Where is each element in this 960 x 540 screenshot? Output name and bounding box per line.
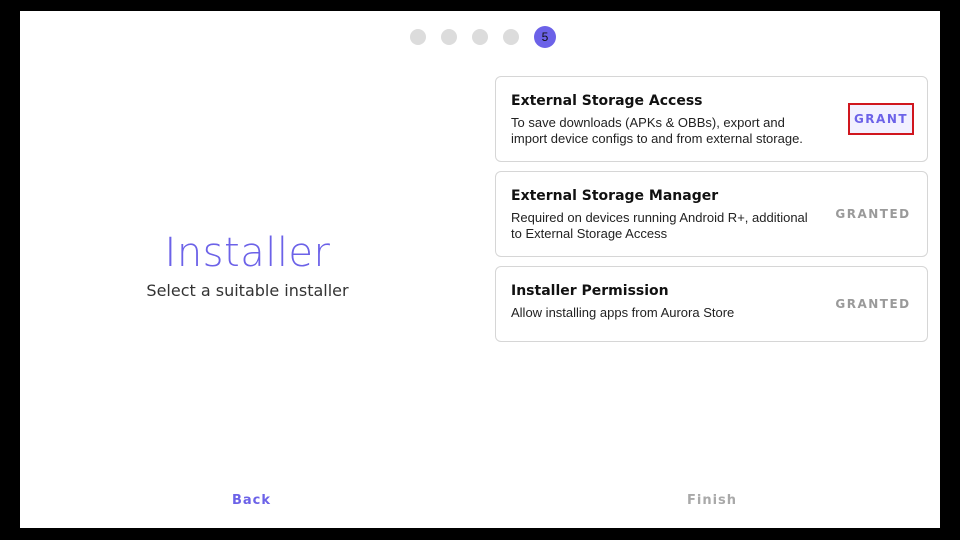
onboarding-screen: 5 Installer Select a suitable installer …: [20, 11, 940, 528]
grant-button[interactable]: GRANT: [848, 103, 914, 135]
permission-card-installer-permission: Installer Permission Allow installing ap…: [495, 266, 928, 342]
page-title: Installer: [164, 230, 331, 276]
step-dot-1: [410, 29, 426, 45]
step-dot-3: [472, 29, 488, 45]
step-indicator: 5: [410, 26, 556, 48]
finish-button[interactable]: Finish: [687, 493, 737, 508]
page-subtitle: Select a suitable installer: [146, 281, 349, 300]
granted-button[interactable]: GRANTED: [833, 297, 913, 311]
permission-description: Required on devices running Android R+, …: [511, 210, 808, 241]
permission-description: Allow installing apps from Aurora Store: [511, 305, 735, 320]
permission-card-external-storage-access: External Storage Access To save download…: [495, 76, 928, 162]
step-dot-current: 5: [534, 26, 556, 48]
intro-pane: Installer Select a suitable installer: [20, 229, 475, 300]
step-dot-4: [503, 29, 519, 45]
permission-description: To save downloads (APKs & OBBs), export …: [511, 115, 803, 146]
permission-list: External Storage Access To save download…: [495, 76, 928, 351]
step-dot-2: [441, 29, 457, 45]
permission-title: External Storage Access: [511, 93, 703, 109]
granted-button[interactable]: GRANTED: [833, 207, 913, 221]
permission-title: Installer Permission: [511, 283, 669, 299]
permission-title: External Storage Manager: [511, 188, 719, 204]
back-button[interactable]: Back: [232, 493, 271, 508]
permission-card-external-storage-manager: External Storage Manager Required on dev…: [495, 171, 928, 257]
